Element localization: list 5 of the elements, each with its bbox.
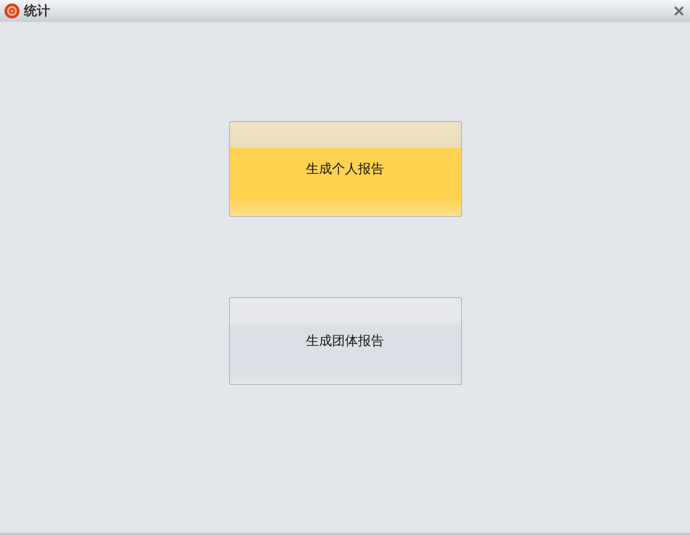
app-logo-icon bbox=[4, 3, 20, 19]
report-button[interactable]: 生成个人报告 bbox=[228, 121, 462, 217]
report-button[interactable]: 生成团体报告 bbox=[228, 297, 462, 385]
window-title: 统计 bbox=[24, 2, 51, 20]
close-icon[interactable] bbox=[674, 6, 684, 16]
